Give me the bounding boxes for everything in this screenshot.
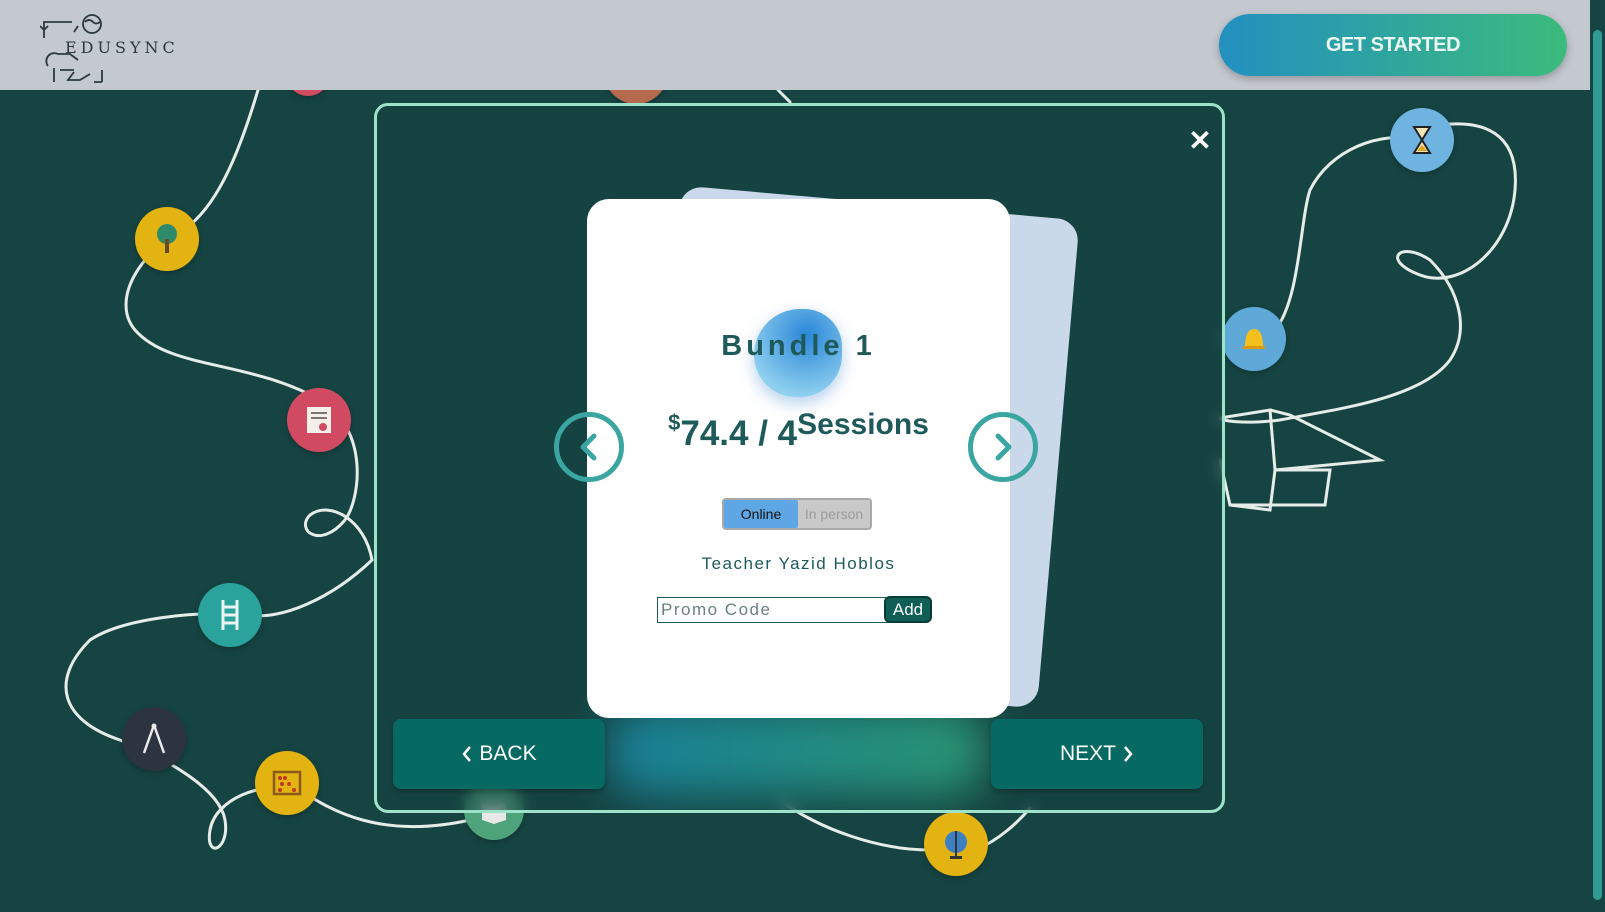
scrollbar-thumb[interactable] (1593, 30, 1602, 900)
next-button-label: NEXT (1059, 742, 1116, 765)
bundle-modal: ✕ Bundle 1 $74.4 / 4Sessions Online In p… (374, 103, 1225, 813)
get-started-button[interactable]: GET STARTED (1219, 14, 1567, 76)
price-amount: 74.4 / 4 (680, 414, 798, 453)
hourglass-icon (1390, 108, 1454, 172)
edusync-logo[interactable]: EDUSYNC (39, 12, 180, 88)
page-scrollbar[interactable] (1590, 0, 1605, 912)
toggle-in-person-option[interactable]: In person (798, 500, 870, 528)
price-currency: $ (668, 410, 681, 435)
bundle-price: $74.4 / 4Sessions (587, 408, 1010, 454)
modal-glow (607, 706, 987, 796)
back-button[interactable]: BACK (393, 719, 605, 789)
ladder-icon (198, 583, 262, 647)
toggle-online-option[interactable]: Online (724, 500, 798, 528)
close-icon[interactable]: ✕ (1185, 126, 1215, 156)
logo-text: EDUSYNC (65, 38, 179, 57)
next-button[interactable]: NEXT (991, 719, 1203, 789)
chevron-left-icon (580, 433, 597, 461)
globe-icon (924, 812, 988, 876)
top-header: EDUSYNC GET STARTED (0, 0, 1590, 90)
session-mode-toggle[interactable]: Online In person (722, 498, 872, 530)
back-button-label: BACK (479, 742, 537, 765)
chevron-left-icon (462, 746, 472, 762)
next-bundle-button[interactable] (968, 412, 1038, 482)
chevron-right-icon (995, 433, 1012, 461)
certificate-icon (287, 388, 351, 452)
bundle-card: Bundle 1 $74.4 / 4Sessions Online In per… (587, 199, 1010, 718)
price-unit: Sessions (797, 408, 929, 441)
tree-icon (135, 207, 199, 271)
promo-code-input[interactable] (657, 597, 889, 623)
compass-icon (122, 707, 186, 771)
bundle-title: Bundle 1 (721, 330, 876, 362)
bell-icon (1222, 307, 1286, 371)
chevron-right-icon (1124, 746, 1133, 762)
add-promo-button[interactable]: Add (884, 596, 932, 623)
abacus-icon (255, 751, 319, 815)
previous-bundle-button[interactable] (554, 412, 624, 482)
teacher-name: Teacher Yazid Hoblos (701, 554, 896, 573)
